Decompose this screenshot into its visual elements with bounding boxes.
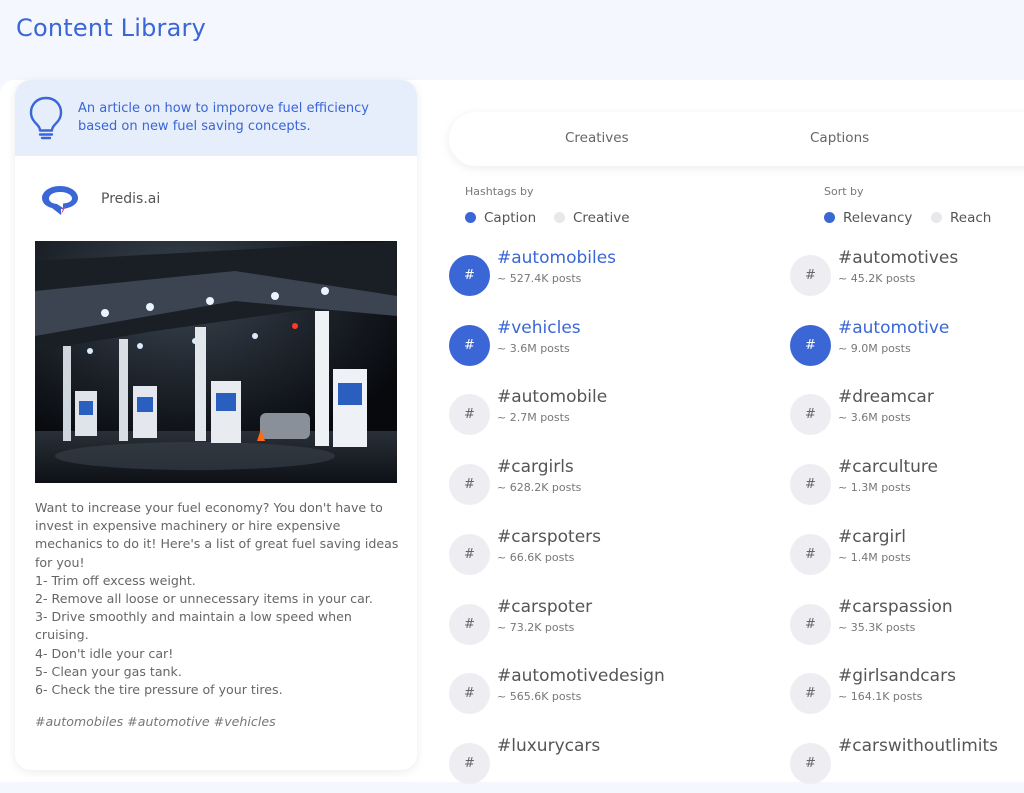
radio-relevancy-label: Relevancy [843, 210, 913, 226]
hashtag-post-count: ~ 565.6K posts [497, 690, 582, 703]
hashtag-icon: # [449, 673, 490, 714]
hashtag-icon: # [449, 325, 490, 366]
hashtag-icon: # [449, 604, 490, 645]
radio-dot-icon [931, 212, 942, 223]
hashtag-post-count: ~ 164.1K posts [838, 690, 923, 703]
hashtag-icon: # [449, 464, 490, 505]
hashtag-post-count: ~ 35.3K posts [838, 621, 916, 634]
hashtag-name: #vehicles [497, 318, 581, 338]
predis-logo-icon [42, 186, 78, 215]
hashtag-icon: # [790, 673, 831, 714]
hashtag-post-count: ~ 3.6M posts [838, 411, 911, 424]
radio-creative-label: Creative [573, 210, 630, 226]
hashtag-icon: # [449, 743, 490, 784]
post-image [35, 241, 397, 483]
hashtag-post-count: ~ 628.2K posts [497, 481, 582, 494]
hashtag-icon: # [790, 464, 831, 505]
hashtag-name: #carswithoutlimits [838, 736, 999, 756]
hashtag-icon: # [790, 394, 831, 435]
lightbulb-icon [29, 96, 63, 140]
hashtag-icon: # [449, 255, 490, 296]
hashtags-by-label: Hashtags by [465, 185, 534, 198]
hashtag-name: #dreamcar [838, 387, 934, 407]
radio-creative[interactable]: Creative [554, 210, 630, 226]
hashtag-name: #carspassion [838, 597, 953, 617]
hashtag-item[interactable]: # #cargirl ~ 1.4M posts [790, 527, 1024, 584]
hashtag-name: #cargirls [497, 457, 574, 477]
hashtag-post-count: ~ 2.7M posts [497, 411, 570, 424]
hashtag-item[interactable]: # #girlsandcars ~ 164.1K posts [790, 666, 1024, 723]
hashtag-item[interactable]: # #automotives ~ 45.2K posts [790, 248, 1024, 305]
idea-banner: An article on how to imporove fuel effic… [15, 80, 417, 156]
hashtag-post-count: ~ 1.4M posts [838, 551, 911, 564]
hashtag-name: #automobile [497, 387, 608, 407]
hashtag-item[interactable]: # #carculture ~ 1.3M posts [790, 457, 1024, 514]
hashtag-item[interactable]: # #automotivedesign ~ 565.6K posts [449, 666, 749, 723]
hashtag-name: #cargirl [838, 527, 906, 547]
hashtag-item[interactable]: # #automotive ~ 9.0M posts [790, 318, 1024, 375]
brand-name: Predis.ai [101, 191, 161, 207]
hashtag-icon: # [790, 604, 831, 645]
post-hashtags: #automobiles #automotive #vehicles [35, 714, 276, 729]
hashtag-icon: # [790, 325, 831, 366]
post-caption-text: Want to increase your fuel economy? You … [35, 500, 399, 698]
hashtag-item[interactable]: # #cargirls ~ 628.2K posts [449, 457, 749, 514]
hashtag-item[interactable]: # #carspoters ~ 66.6K posts [449, 527, 749, 584]
hashtag-item[interactable]: # #carspoter ~ 73.2K posts [449, 597, 749, 654]
hashtag-icon: # [790, 255, 831, 296]
hashtag-item[interactable]: # #automobile ~ 2.7M posts [449, 387, 749, 444]
hashtag-item[interactable]: # #automobiles ~ 527.4K posts [449, 248, 749, 305]
tab-captions[interactable]: Captions [810, 130, 869, 146]
sort-by-label: Sort by [824, 185, 864, 198]
hashtag-name: #luxurycars [497, 736, 601, 756]
radio-dot-icon [824, 212, 835, 223]
hashtag-item[interactable]: # #vehicles ~ 3.6M posts [449, 318, 749, 375]
hashtag-icon: # [790, 743, 831, 784]
hashtag-icon: # [790, 534, 831, 575]
radio-reach[interactable]: Reach [931, 210, 991, 226]
hashtag-name: #carspoters [497, 527, 602, 547]
hashtag-name: #girlsandcars [838, 666, 956, 686]
radio-reach-label: Reach [950, 210, 992, 226]
hashtag-item[interactable]: # #luxurycars [449, 736, 749, 793]
post-preview-card: An article on how to imporove fuel effic… [15, 80, 417, 770]
hashtag-name: #automobiles [497, 248, 617, 268]
hashtag-post-count: ~ 66.6K posts [497, 551, 575, 564]
hashtag-icon: # [449, 534, 490, 575]
page-title: Content Library [16, 14, 206, 42]
tab-bar: Creatives Captions [449, 112, 1024, 166]
hashtag-post-count: ~ 9.0M posts [838, 342, 911, 355]
radio-dot-icon [554, 212, 565, 223]
idea-text: An article on how to imporove fuel effic… [78, 101, 369, 134]
hashtag-post-count: ~ 527.4K posts [497, 272, 582, 285]
hashtag-name: #automotive [838, 318, 950, 338]
radio-caption-label: Caption [484, 210, 537, 226]
radio-relevancy[interactable]: Relevancy [824, 210, 912, 226]
tab-creatives[interactable]: Creatives [565, 130, 629, 146]
hashtag-post-count: ~ 3.6M posts [497, 342, 570, 355]
radio-dot-icon [465, 212, 476, 223]
hashtag-name: #automotivedesign [497, 666, 665, 686]
hashtag-item[interactable]: # #dreamcar ~ 3.6M posts [790, 387, 1024, 444]
hashtag-item[interactable]: # #carspassion ~ 35.3K posts [790, 597, 1024, 654]
radio-caption[interactable]: Caption [465, 210, 536, 226]
hashtag-name: #carculture [838, 457, 938, 477]
hashtag-name: #automotives [838, 248, 959, 268]
hashtag-post-count: ~ 45.2K posts [838, 272, 916, 285]
hashtag-post-count: ~ 1.3M posts [838, 481, 911, 494]
hashtag-post-count: ~ 73.2K posts [497, 621, 575, 634]
hashtag-name: #carspoter [497, 597, 593, 617]
hashtag-icon: # [449, 394, 490, 435]
hashtag-item[interactable]: # #carswithoutlimits [790, 736, 1024, 793]
